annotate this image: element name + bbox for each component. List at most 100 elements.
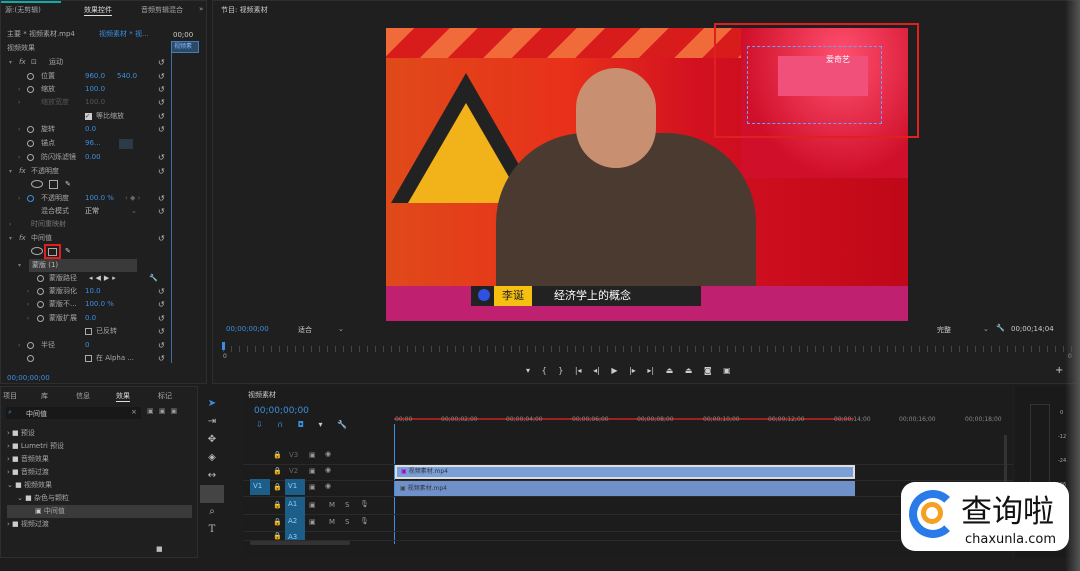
program-scrubber[interactable] — [223, 346, 1073, 352]
flicker-value[interactable]: 0.00 — [85, 151, 101, 164]
new-folder-icon[interactable]: ■ — [156, 545, 163, 553]
keyframe-nav-icon[interactable]: ‹ ◆ › — [125, 192, 140, 205]
lift-icon[interactable]: ⏏ — [666, 366, 674, 375]
effects-search[interactable]: ⌕ 中间值 × — [6, 407, 141, 419]
reset-icon[interactable]: ↺ — [158, 192, 165, 205]
mark-in-icon[interactable]: { — [542, 366, 547, 375]
opacity-value[interactable]: 100.0 % — [85, 192, 114, 205]
tab-markers[interactable]: 标记 — [158, 391, 172, 401]
eye-icon[interactable]: ◉ — [325, 482, 331, 490]
effect-controls-timecode[interactable]: 00;00;00;00 — [7, 374, 50, 382]
track-select-tool-icon[interactable]: ⇥ — [200, 413, 224, 431]
source-patch-v1[interactable]: V1 — [250, 479, 270, 495]
stopwatch-icon[interactable] — [37, 301, 44, 308]
fx-opacity[interactable]: 不透明度 — [31, 165, 59, 178]
tab-info[interactable]: 信息 — [76, 391, 90, 401]
pen-mask-icon[interactable]: ✎ — [65, 245, 71, 258]
sequence-clip-dropdown[interactable]: 视频素材 * 视... — [99, 28, 149, 41]
tree-item[interactable]: › ■ 音频过渡 — [7, 466, 192, 479]
solo-button[interactable]: S — [345, 501, 349, 509]
mic-icon[interactable]: 🎙 — [360, 500, 369, 508]
stopwatch-icon[interactable] — [27, 140, 34, 147]
lock-icon[interactable]: 🔒 — [273, 518, 282, 526]
reset-icon[interactable]: ↺ — [158, 83, 165, 96]
lock-icon[interactable]: 🔒 — [273, 467, 282, 475]
rectangle-mask-icon[interactable] — [49, 180, 58, 189]
stopwatch-icon[interactable] — [37, 288, 44, 295]
reset-icon[interactable]: ↺ — [158, 325, 165, 338]
eye-icon[interactable]: ◉ — [325, 466, 331, 474]
position-y-value[interactable]: 540.0 — [117, 70, 137, 83]
go-to-in-icon[interactable]: |◂ — [575, 366, 582, 375]
stopwatch-icon[interactable] — [27, 73, 34, 80]
wrench-icon[interactable]: 🔧 — [149, 272, 158, 285]
stopwatch-icon[interactable] — [27, 195, 34, 202]
reset-icon[interactable]: ↺ — [158, 165, 165, 178]
tab-effect-controls[interactable]: 效果控件 — [84, 5, 112, 16]
track-target[interactable]: A3 — [285, 531, 305, 540]
clear-search-icon[interactable]: × — [131, 408, 137, 416]
mic-icon[interactable]: 🎙 — [360, 517, 369, 525]
reset-icon[interactable]: ↺ — [158, 285, 165, 298]
mask-opacity-value[interactable]: 100.0 % — [85, 298, 114, 311]
ellipse-mask-icon[interactable] — [31, 247, 43, 255]
playhead[interactable] — [222, 342, 225, 350]
mask-track-buttons[interactable]: ◂◀▶▸ — [89, 272, 119, 285]
timeline-zoom-scrollbar[interactable] — [250, 541, 350, 545]
fx-motion[interactable]: 运动 — [49, 56, 63, 69]
tree-item[interactable]: › ■ Lumetri 预设 — [7, 440, 192, 453]
step-forward-icon[interactable]: |▸ — [629, 366, 636, 375]
track-target[interactable]: V1 — [285, 479, 305, 495]
selection-tool-icon[interactable]: ➤ — [200, 395, 224, 413]
mark-out-icon[interactable]: } — [558, 366, 563, 375]
clip-v2[interactable]: ▣ 视频素材.mp4 — [395, 465, 855, 479]
fx-time-remap[interactable]: 时间重映射 — [31, 218, 66, 231]
search-input[interactable]: 中间值 — [26, 409, 47, 419]
stopwatch-icon[interactable] — [27, 86, 34, 93]
tab-audio-mixer[interactable]: 音频剪辑混合 — [141, 5, 183, 15]
reset-icon[interactable]: ↺ — [158, 339, 165, 352]
extract-icon[interactable]: ⏏ — [685, 366, 693, 375]
sync-icon[interactable]: ▣ — [309, 451, 316, 459]
reset-icon[interactable]: ↺ — [158, 232, 165, 245]
export-frame-icon[interactable]: ◙ — [704, 366, 712, 375]
sequence-tab[interactable]: 视频素材 — [248, 390, 276, 400]
reset-icon[interactable]: ↺ — [158, 352, 165, 365]
lock-icon[interactable]: 🔒 — [273, 501, 282, 509]
radius-value[interactable]: 0 — [85, 339, 89, 352]
mute-button[interactable]: M — [329, 518, 335, 526]
tree-item[interactable]: ⌄ ■ 杂色与颗粒 — [7, 492, 192, 505]
pen-mask-icon[interactable]: ✎ — [65, 178, 71, 191]
reset-icon[interactable]: ↺ — [158, 110, 165, 123]
ripple-edit-tool-icon[interactable]: ✥ — [200, 431, 224, 449]
tree-item-selected[interactable]: ▣ 中间值 — [7, 505, 192, 518]
stopwatch-icon[interactable] — [37, 275, 44, 282]
more-panels-icon[interactable]: » — [199, 5, 203, 13]
rotation-value[interactable]: 0.0 — [85, 123, 96, 136]
mask-expand-value[interactable]: 0.0 — [85, 312, 96, 325]
reset-icon[interactable]: ↺ — [158, 312, 165, 325]
stopwatch-icon[interactable] — [27, 126, 34, 133]
quality-dropdown[interactable]: 完整 — [937, 325, 951, 335]
tab-source[interactable]: 源:(无剪辑) — [5, 5, 41, 15]
zoom-fit-dropdown[interactable]: 适合 — [298, 325, 312, 335]
razor-tool-icon[interactable]: ◈ — [200, 449, 224, 467]
reset-icon[interactable]: ↺ — [158, 56, 165, 69]
reset-icon[interactable]: ↺ — [158, 96, 165, 109]
mask-1[interactable]: 蒙版 (1) — [29, 259, 137, 272]
pen-tool-icon[interactable] — [200, 485, 224, 503]
settings-wrench-icon[interactable]: 🔧 — [996, 324, 1005, 332]
reset-icon[interactable]: ↺ — [158, 151, 165, 164]
type-tool-icon[interactable]: T — [200, 521, 224, 539]
rectangle-mask-icon[interactable] — [48, 248, 57, 256]
lock-icon[interactable]: 🔒 — [273, 532, 282, 540]
inverted-checkbox[interactable] — [85, 328, 92, 335]
track-target[interactable]: A2 — [285, 514, 305, 531]
play-icon[interactable]: ▶ — [611, 366, 617, 375]
program-timecode[interactable]: 00;00;00;00 — [226, 325, 269, 333]
go-to-out-icon[interactable]: ▸| — [647, 366, 654, 375]
solo-button[interactable]: S — [345, 518, 349, 526]
tree-item[interactable]: › ■ 视频过渡 — [7, 518, 192, 531]
filter-icons[interactable]: ▣ ▣ ▣ — [147, 407, 177, 415]
clip-v1[interactable]: ▣ 视频素材.mp4 — [395, 481, 855, 496]
